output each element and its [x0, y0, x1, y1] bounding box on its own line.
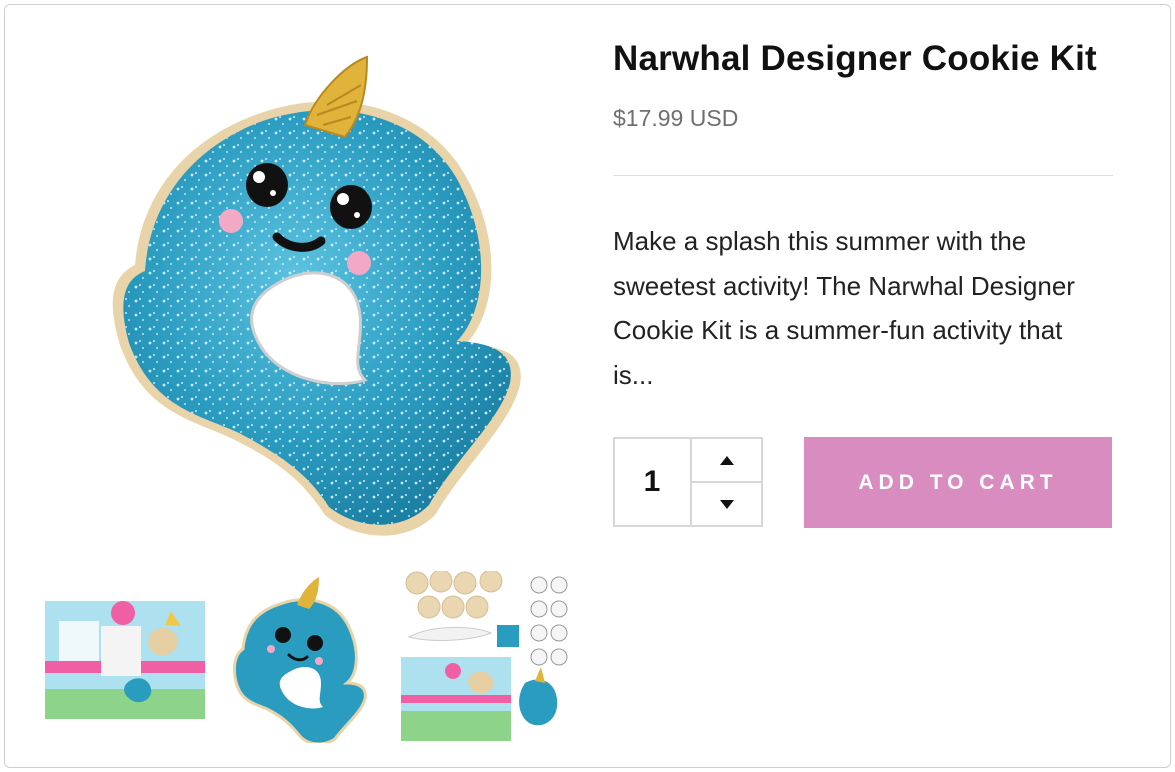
thumbnail-kit-box[interactable] — [41, 571, 209, 743]
narwhal-cookie-image — [112, 55, 521, 536]
quantity-stepper: 1 — [613, 437, 763, 527]
caret-down-icon — [719, 499, 734, 509]
thumbnail-narwhal-cookie[interactable] — [233, 571, 373, 746]
quantity-decrement-button[interactable] — [692, 483, 761, 525]
divider — [613, 175, 1113, 176]
main-product-image[interactable] — [105, 45, 525, 545]
narwhal-cookie-thumb — [233, 577, 367, 746]
quantity-input[interactable]: 1 — [615, 439, 689, 525]
product-title: Narwhal Designer Cookie Kit — [613, 39, 1097, 78]
caret-up-icon — [719, 455, 734, 465]
product-price: $17.99 USD — [613, 105, 739, 131]
kit-contents-image — [401, 569, 571, 743]
quantity-increment-button[interactable] — [692, 439, 761, 481]
product-description: Make a splash this summer with the sweet… — [613, 226, 1075, 390]
kit-box-image — [45, 601, 205, 719]
thumbnail-kit-contents[interactable] — [401, 569, 571, 743]
add-to-cart-button[interactable]: ADD TO CART — [804, 437, 1112, 528]
product-page: Narwhal Designer Cookie Kit $17.99 USD M… — [4, 4, 1171, 768]
